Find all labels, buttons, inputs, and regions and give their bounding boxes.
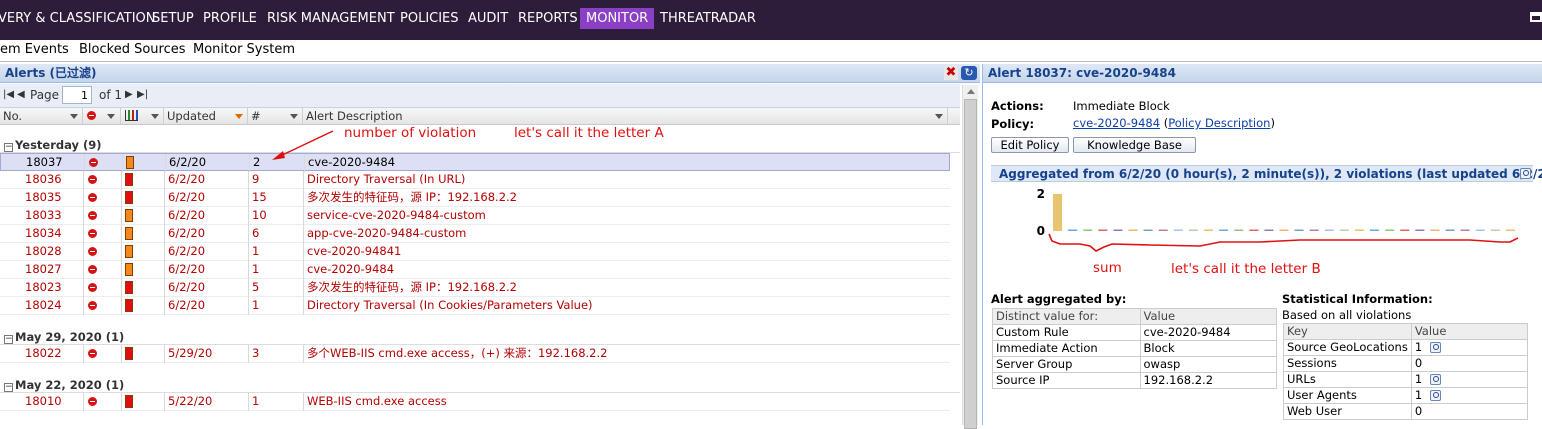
annotation-arrowhead <box>272 151 285 160</box>
annotation-underline <box>1048 233 1519 252</box>
annotation-arrow <box>275 130 334 159</box>
annotation-letter-b: let's call it the letter B <box>1171 261 1321 277</box>
annotation-overlay <box>272 130 1519 252</box>
annotation-letter-a: let's call it the letter A <box>514 125 664 141</box>
annotation-number-of-violation: number of violation <box>344 125 477 141</box>
annotation-sum: sum <box>1093 260 1122 276</box>
